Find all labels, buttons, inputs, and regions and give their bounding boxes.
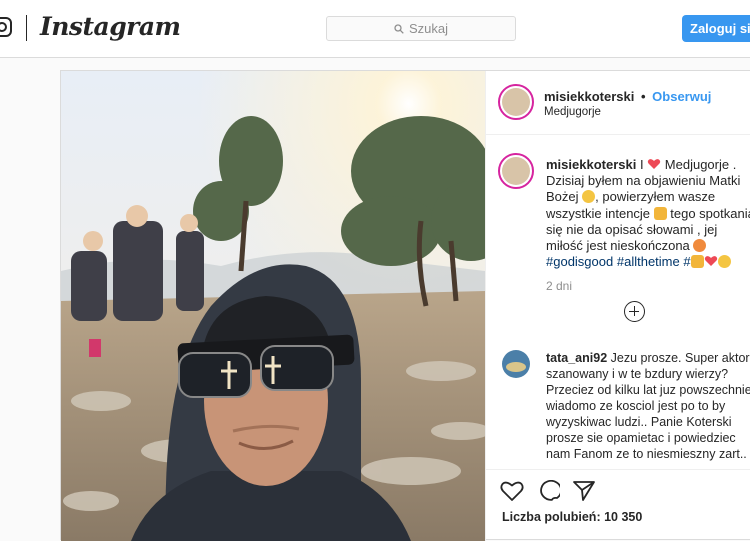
- login-button[interactable]: Zaloguj się: [682, 15, 750, 42]
- heart-outline-icon[interactable]: [500, 480, 524, 502]
- comment-text: Jezu prosze. Super aktor szanowany i w t…: [546, 351, 750, 461]
- commenter-username[interactable]: tata_ani92: [546, 351, 607, 365]
- hashtag-link[interactable]: #godisgood: [546, 254, 613, 269]
- caption-text: I: [636, 157, 648, 172]
- separator-dot: •: [640, 89, 646, 104]
- post-date[interactable]: 2 dni: [546, 279, 572, 293]
- divider: [26, 15, 27, 41]
- search-icon: [394, 23, 404, 34]
- post-card: misiekkoterski • Obserwuj Medjugorje mis…: [60, 70, 750, 541]
- post-sidebar: misiekkoterski • Obserwuj Medjugorje mis…: [485, 71, 750, 541]
- smile-emoji-icon: [582, 190, 596, 204]
- praying-hands-emoji-icon: [690, 255, 704, 269]
- add-comment-icon[interactable]: [624, 301, 645, 322]
- instagram-glyph-icon[interactable]: [0, 17, 12, 37]
- share-icon[interactable]: [572, 480, 596, 502]
- hashtag-link[interactable]: #allthetime: [617, 254, 680, 269]
- caption-avatar[interactable]: [498, 153, 534, 189]
- follow-button[interactable]: Obserwuj: [652, 89, 711, 104]
- commenter-avatar[interactable]: [502, 350, 530, 378]
- instagram-logo[interactable]: Instagram: [40, 12, 181, 41]
- heart-emoji-icon: [648, 159, 661, 169]
- post-photo[interactable]: [61, 71, 485, 541]
- heart-emoji-icon: [704, 256, 717, 267]
- smile-emoji-icon: [717, 255, 731, 269]
- comment-icon[interactable]: [536, 480, 560, 502]
- post-header: misiekkoterski • Obserwuj Medjugorje: [486, 71, 750, 135]
- search-input[interactable]: Szukaj: [326, 16, 516, 41]
- search-placeholder: Szukaj: [408, 21, 449, 36]
- post-caption: misiekkoterski I Medjugorje . Dzisiaj by…: [546, 157, 750, 270]
- location-link[interactable]: Medjugorje: [544, 106, 601, 118]
- caption-username[interactable]: misiekkoterski: [546, 157, 636, 172]
- author-username[interactable]: misiekkoterski: [544, 89, 634, 104]
- author-avatar[interactable]: [498, 84, 534, 120]
- hashtag-link[interactable]: #: [683, 254, 690, 269]
- top-navigation-bar: Instagram Szukaj Zaloguj się: [0, 0, 750, 58]
- post-actions: Liczba polubień: 10 350: [486, 469, 750, 541]
- heart-eyes-emoji-icon: [693, 239, 707, 253]
- comment: tata_ani92 Jezu prosze. Super aktor szan…: [546, 350, 750, 462]
- likes-count[interactable]: Liczba polubień: 10 350: [502, 510, 642, 524]
- praying-hands-emoji-icon: [653, 206, 667, 220]
